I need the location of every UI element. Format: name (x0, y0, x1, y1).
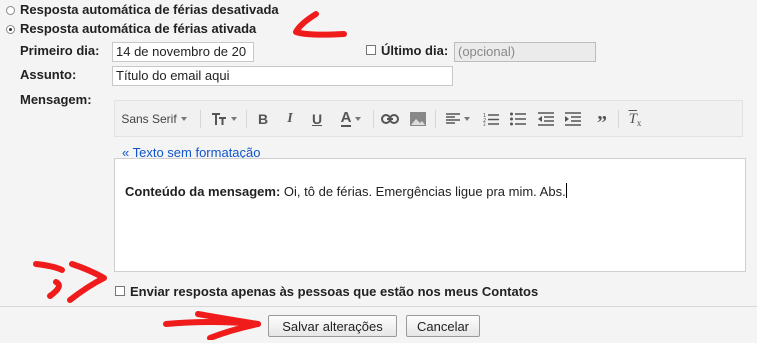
quote-icon[interactable]: ” (591, 101, 613, 137)
message-lead: Conteúdo da mensagem: (125, 184, 281, 199)
italic-icon[interactable]: I (280, 101, 300, 137)
numbered-list-icon[interactable]: 123 (480, 101, 502, 137)
vacation-on-radio[interactable] (6, 25, 15, 34)
bold-icon[interactable]: B (253, 101, 273, 137)
message-body: Oi, tô de férias. Emergências ligue pra … (280, 184, 566, 199)
indent-more-icon[interactable] (562, 101, 584, 137)
subject-input[interactable]: Título do email aqui (112, 66, 453, 86)
annotation-arrow-top (293, 11, 347, 38)
formatting-toolbar: Sans Serif B I U A 123 ” Tx (114, 100, 743, 137)
vacation-on-label[interactable]: Resposta automática de férias ativada (20, 21, 256, 36)
first-day-label: Primeiro dia: (20, 43, 100, 58)
font-family-select[interactable]: Sans Serif (121, 101, 187, 137)
annotation-arrow-left (33, 261, 107, 303)
contacts-only-label[interactable]: Enviar resposta apenas às pessoas que es… (130, 284, 538, 299)
subject-label: Assunto: (20, 67, 77, 82)
indent-less-icon[interactable] (535, 101, 557, 137)
link-icon[interactable] (379, 101, 401, 137)
message-text: Conteúdo da mensagem: Oi, tô de férias. … (125, 183, 567, 199)
first-day-input[interactable]: 14 de novembro de 20 (112, 42, 254, 62)
font-family-label: Sans Serif (121, 112, 177, 126)
last-day-checkbox[interactable] (366, 45, 376, 55)
contacts-only-checkbox[interactable] (115, 286, 125, 296)
text-color-icon[interactable]: A (334, 101, 368, 137)
save-button[interactable]: Salvar alterações (268, 315, 397, 337)
divider (0, 306, 757, 307)
message-editor[interactable]: Conteúdo da mensagem: Oi, tô de férias. … (114, 158, 746, 272)
cancel-button[interactable]: Cancelar (406, 315, 480, 337)
annotation-arrow-bottom (163, 311, 261, 340)
text-size-icon[interactable] (207, 101, 241, 137)
vacation-off-label[interactable]: Resposta automática de férias desativada (20, 2, 279, 17)
bulleted-list-icon[interactable] (507, 101, 529, 137)
vacation-off-radio[interactable] (6, 6, 15, 15)
last-day-input[interactable]: (opcional) (454, 42, 596, 62)
message-label: Mensagem: (20, 92, 92, 107)
underline-icon[interactable]: U (307, 101, 327, 137)
align-icon[interactable] (441, 101, 475, 137)
image-icon[interactable] (407, 101, 429, 137)
last-day-label[interactable]: Último dia: (381, 43, 448, 58)
remove-formatting-icon[interactable]: Tx (624, 101, 646, 137)
